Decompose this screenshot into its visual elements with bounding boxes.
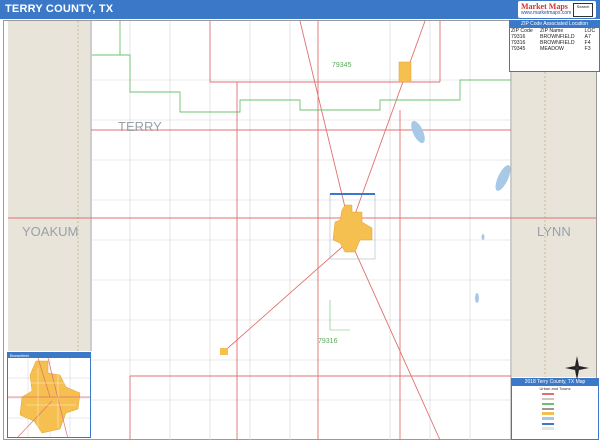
- zip-name-cell: MEADOW: [540, 46, 564, 52]
- map-legend: 2018 Terry County, TX Map Urban and Town…: [511, 378, 599, 440]
- zip-label-north: 79345: [332, 62, 352, 69]
- terry-county-label: TERRY: [118, 119, 162, 134]
- inset-canvas: [8, 357, 90, 437]
- zip-label-south: 79316: [318, 338, 338, 345]
- highways: [8, 20, 596, 441]
- wellman-city-area: [220, 348, 228, 355]
- zip-loc-cell: F3: [584, 46, 591, 52]
- lake: [481, 234, 485, 240]
- zip-cell: 79345: [511, 46, 526, 52]
- legend-title: 2018 Terry County, TX Map: [512, 379, 598, 386]
- lynn-county-area: [512, 55, 596, 377]
- zip-code-table: ZIP Code Associated Location ZIP Code ZI…: [509, 20, 600, 72]
- zip-boundary: [329, 300, 350, 331]
- zip-table-header: ZIP Code Associated Location: [510, 21, 599, 28]
- road-grid: [91, 21, 511, 440]
- lake: [495, 165, 511, 191]
- legend-row: [512, 426, 598, 431]
- yoakum-county-label: YOAKUM: [22, 224, 78, 239]
- zip-table-row: 79345 MEADOW F3: [510, 46, 599, 52]
- lynn-county-label: LYNN: [537, 224, 571, 239]
- city-inset-map: Brownfield: [7, 352, 91, 438]
- lake: [475, 293, 479, 303]
- zip-boundary: [92, 54, 511, 113]
- meadow-city-area: [398, 61, 412, 83]
- brownfield-city-area: [332, 204, 373, 253]
- lake: [411, 120, 425, 144]
- compass-rose-icon: [565, 356, 589, 380]
